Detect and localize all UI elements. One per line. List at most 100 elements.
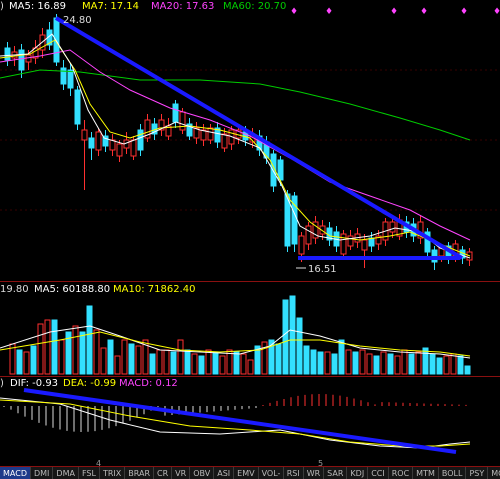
volume-bar [149,353,156,375]
stock-chart-window: ) MA5: 16.89 MA7: 17.14 MA20: 17.63 MA60… [0,0,500,479]
candle-body [347,235,354,247]
macd-dea-label: DEA: -0.99 [63,378,117,389]
volume-bar [30,345,37,375]
volume-bar [107,339,114,375]
volume-bar [373,355,380,375]
volume-bar [331,353,338,375]
volume-bar [16,349,23,375]
tab-boll[interactable]: BOLL [439,467,467,479]
tab-brar[interactable]: BRAR [125,467,155,479]
volume-bar [79,331,86,375]
low-price-label: 16.51 [308,264,337,275]
macd-dif-line [0,397,471,449]
tab-dma[interactable]: DMA [53,467,79,479]
volume-bar [352,351,359,375]
volume-bar [170,351,177,375]
trend-line-macd [23,388,457,454]
event-marker: ♦ [460,7,468,17]
event-marker: ♦ [420,7,428,17]
candle-body [298,235,305,255]
tab-kdj[interactable]: KDJ [347,467,369,479]
tab-sar[interactable]: SAR [324,467,348,479]
indicator-tab-bar: MACDDMIDMAFSLTRIXBRARCRVROBVASIEMVVOL-TD… [0,466,500,479]
tab-asi[interactable]: ASI [214,467,235,479]
volume-bar [394,355,401,375]
candle-body [81,129,88,141]
candle-body [25,54,32,63]
volume-bar [408,353,415,375]
tab-vr[interactable]: VR [172,467,191,479]
macd-dif-label: DIF: -0.93 [10,378,59,389]
event-marker: ♦ [390,7,398,17]
volume-bar [289,295,296,375]
tab-wr[interactable]: WR [304,467,325,479]
tab-cr[interactable]: CR [154,467,173,479]
volume-bar [44,319,51,375]
volume-bar [184,349,191,375]
volume-bar [422,347,429,375]
candle-body [389,221,396,233]
candle-body [172,103,179,123]
volume-bar [338,339,345,375]
volume-bar [275,343,282,375]
volume-bar [198,355,205,375]
volume-bar [156,349,163,375]
candle-body [116,143,123,157]
volume-bar [457,355,464,375]
volume-bar [72,325,79,375]
volume-bar [191,353,198,375]
tab-fsl[interactable]: FSL [79,467,100,479]
volume-bar [163,349,170,375]
volume-bar [415,351,422,375]
candle-body [88,137,95,149]
candle-body [221,133,228,149]
volume-bar [345,349,352,375]
candle-body [305,225,312,245]
volume-bar [219,355,226,375]
volume-panel-separator [0,281,500,282]
macd-value-label: MACD: 0.12 [119,378,178,389]
volume-bar [128,343,135,375]
volume-bar [114,355,121,375]
volume-bar [401,349,408,375]
volume-ma5-label: MA5: 60188.80 [34,284,111,295]
candle-body [18,49,25,71]
volume-bar [324,351,331,375]
candlestick-chart[interactable]: ♦ ♦ ♦ ♦ ♦ ♦ [0,0,500,466]
volume-bar [247,359,254,375]
tab-dmi[interactable]: DMI [31,467,54,479]
volume-bar [86,305,93,375]
volume-bar [303,345,310,375]
tab-vol-tdx[interactable]: VOL-TDX [259,467,284,479]
tab-emv[interactable]: EMV [234,467,259,479]
candle-body [207,127,214,141]
event-marker: ♦ [325,7,333,17]
tab-mtm[interactable]: MTM [413,467,439,479]
volume-bar [93,329,100,375]
volume-bar [121,339,128,375]
candle-body [4,47,11,61]
tab-macd[interactable]: MACD [0,467,31,479]
candle-body [130,139,137,157]
tab-psy[interactable]: PSY [466,467,489,479]
volume-bar [359,349,366,375]
volume-bar [23,351,30,375]
volume-bar [135,345,142,375]
tab-obv[interactable]: OBV [190,467,215,479]
tab-trix[interactable]: TRIX [100,467,126,479]
volume-bar [317,351,324,375]
tab-rsi[interactable]: RSI [284,467,304,479]
tab-roc[interactable]: ROC [389,467,414,479]
tab-mcst[interactable]: MCST [488,467,500,479]
volume-bar [296,317,303,375]
trend-line-down [54,16,464,260]
volume-ma10-label: MA10: 71862.40 [113,284,196,295]
volume-bar [310,349,317,375]
volume-bar [58,339,65,375]
volume-panel-prefix: 19.80 [0,284,29,295]
volume-bar [380,351,387,375]
tab-cci[interactable]: CCI [368,467,389,479]
volume-bar [429,353,436,375]
volume-bar [177,339,184,375]
macd-panel-prefix: ) [0,378,4,389]
